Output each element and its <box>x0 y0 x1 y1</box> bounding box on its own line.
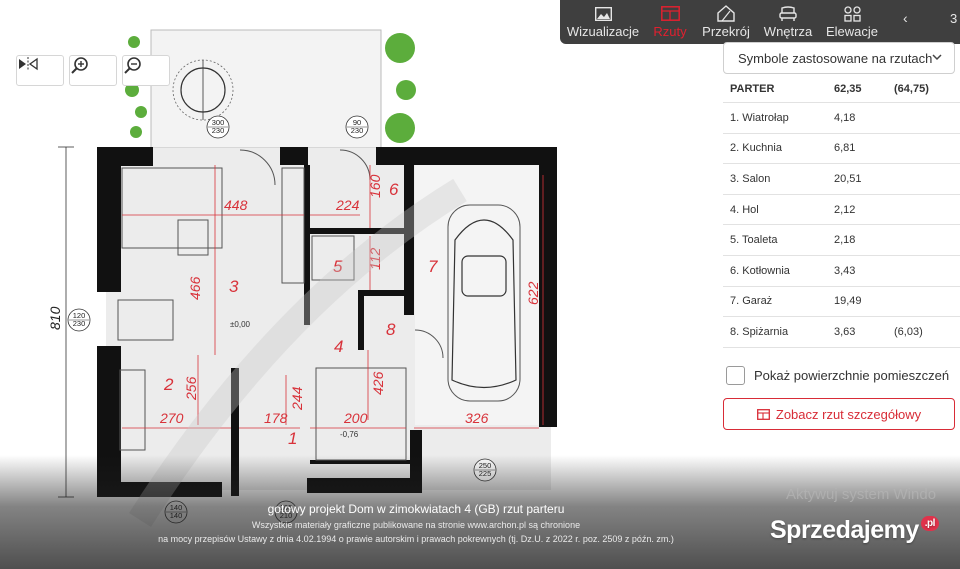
flip-icon <box>19 57 38 71</box>
image-caption-title: gotowy projekt Dom w zimokwiatach 4 (GB)… <box>267 502 565 516</box>
tab-label: Wnętrza <box>763 24 813 39</box>
dim-label: 270 <box>159 410 184 426</box>
room-area: 2,18 <box>834 234 856 247</box>
tab-rzuty[interactable]: Rzuty <box>650 0 690 44</box>
image-icon <box>594 4 612 23</box>
room-name: 8. Spiżarnia <box>730 325 789 338</box>
room-area: 4,18 <box>834 111 856 124</box>
room-name: 5. Toaleta <box>730 234 778 247</box>
copyright-line: Wszystkie materiały graficzne publikowan… <box>251 520 581 530</box>
dim-label: 160 <box>367 174 383 198</box>
table-row: 2. Kuchnia 6,81 <box>723 134 960 165</box>
floor-area: 62,35 <box>834 82 862 95</box>
room-number: 1 <box>288 429 297 448</box>
level-mark: -0,76 <box>340 430 359 439</box>
svg-text:230: 230 <box>212 126 225 135</box>
dim-label: 200 <box>343 410 368 426</box>
room-number: 4 <box>334 337 343 356</box>
table-row: 6. Kotłownia 3,43 <box>723 256 960 287</box>
elevation-grid-icon <box>843 4 861 23</box>
house-section-icon <box>717 4 735 23</box>
chevron-left-icon[interactable]: ‹ <box>903 10 908 26</box>
opening-marker: 120230 <box>67 308 91 332</box>
table-row: 5. Toaleta 2,18 <box>723 225 960 256</box>
room-area: 3,43 <box>834 264 856 277</box>
room-area-table: PARTER 62,35 (64,75) 1. Wiatrołap 4,18 2.… <box>723 75 960 348</box>
table-row: 7. Garaż 19,49 <box>723 287 960 318</box>
copyright-line: na mocy przepisów Ustawy z dnia 4.02.199… <box>158 534 674 544</box>
show-area-label: Pokaż powierzchnie pomieszczeń <box>754 368 950 383</box>
svg-text:230: 230 <box>73 319 86 328</box>
room-area: 19,49 <box>834 295 862 308</box>
tab-elewacje[interactable]: Elewacje <box>824 0 880 44</box>
brand-name: Sprzedajemy <box>770 516 919 544</box>
room-area: 6,81 <box>834 142 856 155</box>
level-mark: ±0,00 <box>230 320 251 329</box>
detailed-plan-button[interactable]: Zobacz rzut szczegółowy <box>723 398 955 430</box>
tab-przekroj[interactable]: Przekrój <box>700 0 752 44</box>
table-row: 8. Spiżarnia 3,63 (6,03) <box>723 317 960 348</box>
room-number: 2 <box>163 375 174 394</box>
dim-label: 224 <box>335 197 360 213</box>
dim-label: 178 <box>264 410 288 426</box>
chevron-down-icon <box>932 54 942 61</box>
table-header-row: PARTER 62,35 (64,75) <box>723 75 960 103</box>
floor-area-extra: (64,75) <box>894 82 929 95</box>
room-name: 7. Garaż <box>730 295 773 308</box>
plan-icon <box>756 408 770 420</box>
view-tab-bar: Wizualizacje Rzuty Przekrój Wnętrza Elew… <box>560 0 960 44</box>
tab-label: Wizualizacje <box>566 24 640 39</box>
tab-wnetrza[interactable]: Wnętrza <box>763 0 813 44</box>
dim-label: 810 <box>47 306 63 330</box>
symbols-dropdown[interactable]: Symbole zastosowane na rzutach <box>723 42 955 74</box>
symbols-dropdown-label: Symbole zastosowane na rzutach <box>738 50 933 66</box>
dim-label: 326 <box>465 410 489 426</box>
room-number: 3 <box>229 277 239 296</box>
table-row: 1. Wiatrołap 4,18 <box>723 103 960 134</box>
floor-name: PARTER <box>730 82 775 95</box>
dim-label: 426 <box>370 371 386 395</box>
screen: 448 224 160 466 112 622 810 256 244 426 … <box>0 0 960 569</box>
room-area-extra: (6,03) <box>894 325 923 338</box>
tab-label: Przekrój <box>702 24 750 39</box>
room-number: 8 <box>386 320 396 339</box>
dim-label: 466 <box>187 276 203 300</box>
room-name: 3. Salon <box>730 172 771 185</box>
svg-text:230: 230 <box>351 126 364 135</box>
opening-marker: 90230 <box>345 115 369 139</box>
tab-label: Rzuty <box>653 24 687 39</box>
room-name: 4. Hol <box>730 203 759 216</box>
dim-label: 256 <box>183 376 199 401</box>
flip-button[interactable] <box>16 55 64 86</box>
zoom-in-icon <box>71 57 88 74</box>
table-row: 4. Hol 2,12 <box>723 195 960 226</box>
brand-logo: Sprzedajemy .pl <box>770 516 939 545</box>
table-row: 3. Salon 20,51 <box>723 164 960 195</box>
dim-label: 244 <box>289 386 305 411</box>
room-number: 6 <box>389 180 399 199</box>
room-area: 3,63 <box>834 325 856 338</box>
floorplan-icon <box>660 4 680 23</box>
zoom-in-button[interactable] <box>69 55 117 86</box>
room-name: 1. Wiatrołap <box>730 111 789 124</box>
tab-label: Elewacje <box>825 24 879 39</box>
armchair-icon <box>779 4 797 23</box>
opening-marker: 300230 <box>206 115 230 139</box>
brand-suffix: .pl <box>920 516 939 531</box>
windows-activation-watermark: Aktywuj system Windo <box>786 486 937 503</box>
room-area: 20,51 <box>834 172 862 185</box>
zoom-out-button[interactable] <box>122 55 170 86</box>
room-number: 7 <box>428 257 438 276</box>
room-name: 2. Kuchnia <box>730 142 782 155</box>
room-area: 2,12 <box>834 203 856 216</box>
dim-label: 622 <box>525 281 541 305</box>
detailed-plan-button-label: Zobacz rzut szczegółowy <box>775 406 922 422</box>
tab-wizualizacje[interactable]: Wizualizacje <box>566 0 640 44</box>
dim-label: 448 <box>224 197 248 213</box>
show-area-checkbox[interactable] <box>726 366 745 385</box>
show-area-toggle[interactable]: Pokaż powierzchnie pomieszczeń <box>726 366 949 385</box>
tab-page-number: 3 <box>950 11 958 26</box>
room-name: 6. Kotłownia <box>730 264 790 277</box>
zoom-out-icon <box>124 57 141 74</box>
